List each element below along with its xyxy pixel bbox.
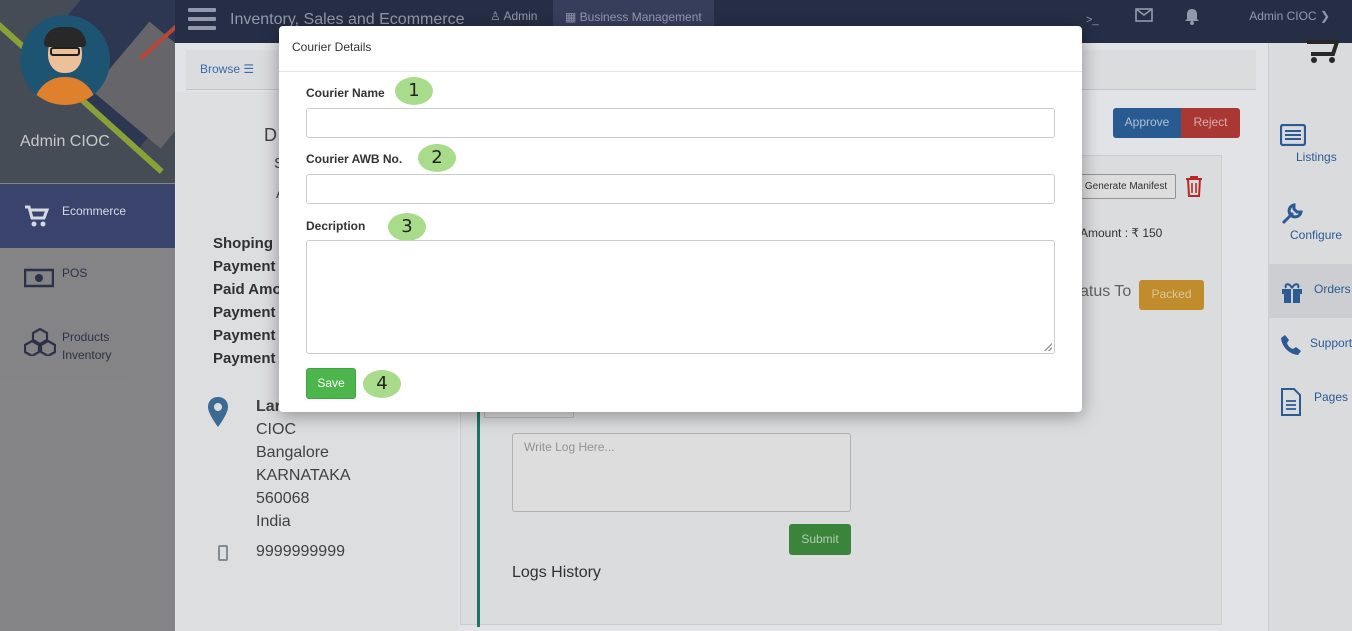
courier-awb-input[interactable] (306, 174, 1055, 204)
step-badge-3: 3 (388, 213, 426, 241)
step-badge-2: 2 (418, 144, 456, 172)
courier-name-label: Courier Name (306, 86, 385, 100)
description-label: Decription (306, 219, 366, 233)
modal-title: Courier Details (279, 26, 1082, 72)
description-textarea[interactable] (306, 240, 1055, 354)
courier-details-modal: Courier Details Courier Name 1 Courier A… (279, 26, 1082, 412)
step-badge-4: 4 (363, 370, 401, 398)
courier-awb-label: Courier AWB No. (306, 152, 403, 166)
resize-handle[interactable] (1044, 343, 1052, 351)
save-button[interactable]: Save (306, 368, 356, 399)
courier-name-input[interactable] (306, 108, 1055, 138)
step-badge-1: 1 (395, 77, 433, 105)
